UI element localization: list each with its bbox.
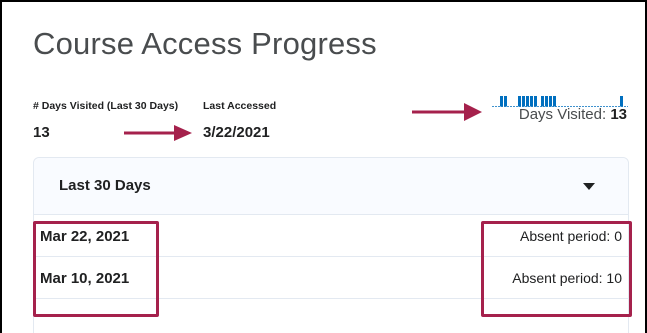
days-visited-caption: Days Visited: 13 bbox=[519, 106, 627, 123]
last-accessed-label: Last Accessed bbox=[203, 100, 277, 112]
period-dropdown-label: Last 30 Days bbox=[59, 177, 151, 194]
days-visited-caption-value: 13 bbox=[610, 106, 627, 123]
sparkline-bar bbox=[534, 96, 537, 107]
sparkline-bar bbox=[500, 96, 503, 107]
last-accessed-value: 3/22/2021 bbox=[203, 124, 270, 141]
sparkline-bar bbox=[553, 96, 556, 107]
sparkline-bar bbox=[518, 96, 521, 107]
days-visited-caption-label: Days Visited: bbox=[518, 106, 607, 123]
sparkline-bar bbox=[541, 96, 544, 107]
period-dropdown[interactable]: Last 30 Days bbox=[34, 158, 628, 215]
sparkline-bar bbox=[545, 96, 548, 107]
sparkline-bar bbox=[504, 96, 507, 107]
dates-highlight-box bbox=[33, 221, 159, 317]
annotation-arrow-icon bbox=[124, 125, 192, 141]
sparkline-bar bbox=[522, 96, 525, 107]
days-visited-sparkline bbox=[492, 96, 628, 107]
days-visited-value: 13 bbox=[33, 124, 50, 141]
page-title: Course Access Progress bbox=[33, 26, 377, 61]
sparkline-bar bbox=[530, 96, 533, 107]
absent-period-highlight-box bbox=[481, 221, 632, 317]
days-visited-label: # Days Visited (Last 30 Days) bbox=[33, 100, 179, 112]
sparkline-bar bbox=[620, 96, 623, 107]
sparkline-bar bbox=[549, 96, 552, 107]
caret-down-icon[interactable] bbox=[583, 183, 595, 190]
sparkline-bar bbox=[526, 96, 529, 107]
annotation-arrow-icon bbox=[412, 103, 482, 121]
